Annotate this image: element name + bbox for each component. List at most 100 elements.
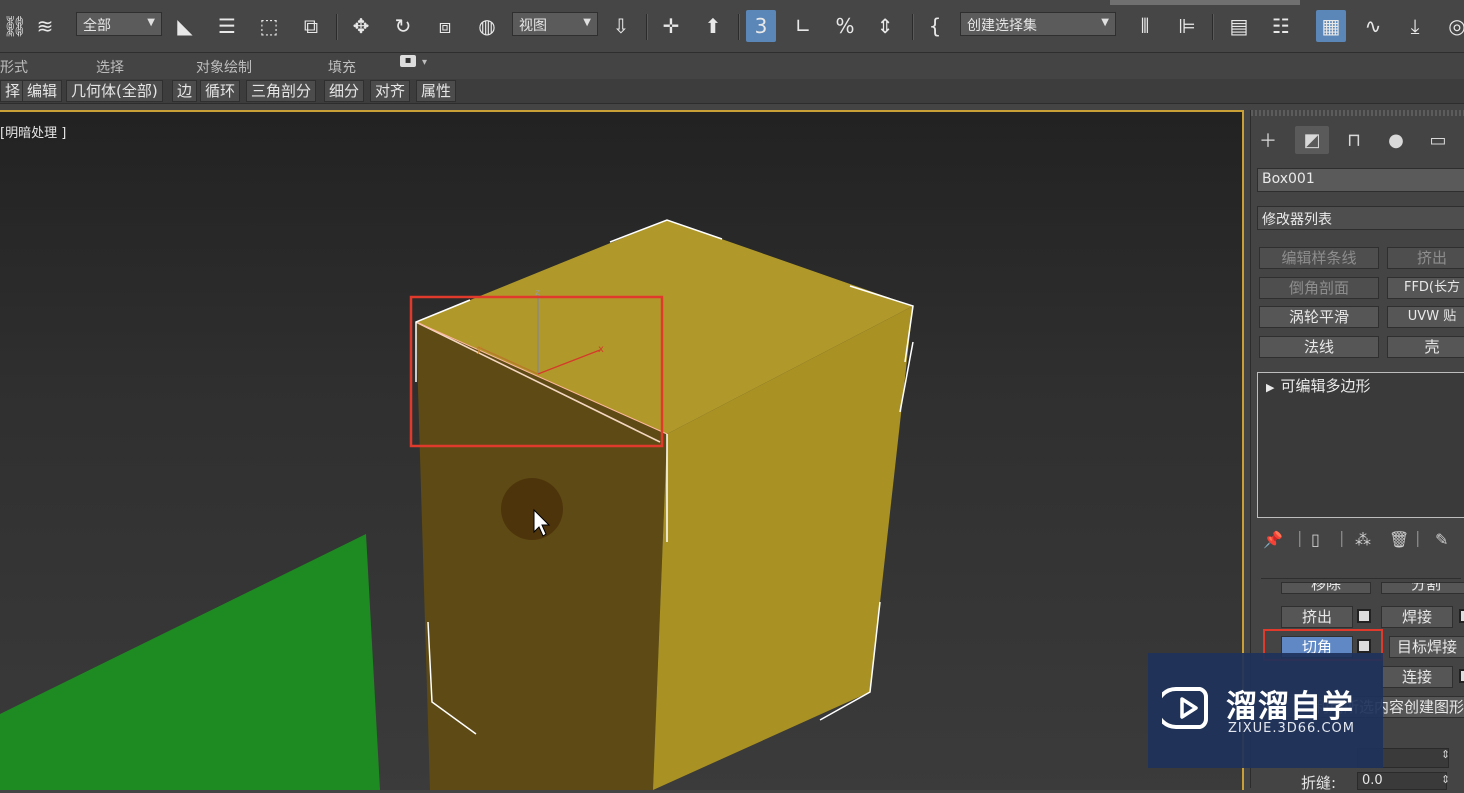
ribbon-group-labels: 形式 选择 对象绘制 填充 ▪ ▾ [0, 53, 1464, 79]
placement-icon[interactable]: ◍ [472, 10, 502, 42]
mirror-icon[interactable]: ⫴ [1130, 10, 1160, 42]
ribbon-options-icon[interactable]: ▪ [400, 55, 416, 67]
subtab-loops[interactable]: 循环 [200, 80, 241, 102]
snap-mode-label: 3 [754, 14, 768, 38]
schematic-view-icon[interactable]: ⤓ [1400, 10, 1430, 42]
toolbar-separator [336, 14, 338, 40]
rectangular-selection-icon[interactable]: ⬚ [254, 10, 284, 42]
pin-stack-icon[interactable]: 📌 [1263, 530, 1283, 549]
move-icon[interactable]: ✥ [346, 10, 376, 42]
remove-modifier-icon[interactable]: 🗑 [1389, 530, 1409, 549]
modifier-extrude-button[interactable]: 挤出 [1387, 247, 1464, 269]
modifier-list-label: 修改器列表 [1262, 212, 1332, 228]
spinner-arrows-icon[interactable]: ⇕ [1441, 773, 1450, 786]
bind-space-warp-icon[interactable]: ≋ [30, 10, 60, 42]
layer-explorer-icon[interactable]: ▤ [1224, 10, 1254, 42]
target-weld-button[interactable]: 目标焊接 [1389, 636, 1464, 658]
reference-coordinate-dropdown[interactable]: 视图 ▼ [512, 12, 598, 36]
title-strip [1110, 0, 1300, 5]
modifier-edit-spline-button[interactable]: 编辑样条线 [1259, 247, 1379, 269]
align-icon[interactable]: ⊫ [1172, 10, 1202, 42]
display-tab-icon[interactable]: ▭ [1421, 126, 1455, 154]
modifier-bevel-profile-button[interactable]: 倒角剖面 [1259, 277, 1379, 299]
configure-sets-icon[interactable]: ✎ [1435, 530, 1448, 549]
ribbon-label-form[interactable]: 形式 [0, 57, 28, 77]
modifier-ffd-button[interactable]: FFD(长方 [1387, 277, 1464, 299]
crease-label: 折缝: [1301, 774, 1337, 792]
modifier-stack[interactable]: ▶ 可编辑多边形 [1257, 372, 1464, 518]
subtab-geometry-all[interactable]: 几何体(全部) [66, 80, 163, 102]
green-plane[interactable] [0, 534, 380, 790]
spinner-arrows-icon[interactable]: ⇕ [1441, 748, 1450, 761]
named-selection-set-dropdown[interactable]: 创建选择集 ▼ [960, 12, 1116, 36]
connect-settings-icon[interactable] [1459, 669, 1464, 683]
hierarchy-tab-icon[interactable]: ⊓ [1337, 126, 1371, 154]
modifier-list-dropdown[interactable]: 修改器列表 [1257, 206, 1464, 230]
extrude-button[interactable]: 挤出 [1281, 606, 1353, 628]
perspective-viewport[interactable]: [明暗处理 ] z y x [0, 110, 1244, 790]
rotate-icon[interactable]: ↻ [388, 10, 418, 42]
modifier-uvw-map-button[interactable]: UVW 贴 [1387, 306, 1464, 328]
weld-settings-icon[interactable] [1459, 609, 1464, 623]
watermark-brand: 溜溜自学 [1226, 689, 1354, 725]
select-by-name-icon[interactable]: ☰ [212, 10, 242, 42]
modifier-turbosmooth-button[interactable]: 涡轮平滑 [1259, 306, 1379, 328]
spinner-snap-icon[interactable]: ⇕ [870, 10, 900, 42]
create-tab-icon[interactable]: ＋ [1251, 126, 1285, 154]
stack-item-editable-poly[interactable]: ▶ 可编辑多边形 [1258, 375, 1464, 395]
stack-item-label: 可编辑多边形 [1280, 377, 1371, 395]
chamfer-settings-icon[interactable] [1357, 639, 1371, 653]
watermark-url: ZIXUE.3D66.COM [1228, 721, 1355, 736]
modifier-normal-button[interactable]: 法线 [1259, 336, 1379, 358]
select-manipulate-icon[interactable]: ✛ [656, 10, 686, 42]
material-editor-icon[interactable]: ◎ [1442, 10, 1464, 42]
selection-filter-dropdown[interactable]: 全部 ▼ [76, 12, 162, 36]
split-button[interactable]: 分割 [1381, 582, 1464, 594]
edit-named-selection-icon[interactable]: { [920, 10, 950, 42]
click-indicator [501, 478, 563, 540]
pivot-center-icon[interactable]: ⇩ [606, 10, 636, 42]
make-unique-icon[interactable]: ⁂ [1355, 530, 1371, 549]
connect-button[interactable]: 连接 [1381, 666, 1453, 688]
panel-grip[interactable] [1251, 110, 1464, 116]
play-logo-icon [1162, 687, 1208, 729]
scale-icon[interactable]: ⧈ [430, 10, 460, 42]
ribbon-label-populate[interactable]: 填充 [328, 57, 356, 77]
subtab-properties[interactable]: 属性 [416, 80, 457, 102]
ribbon-toggle-icon[interactable]: ▦ [1316, 10, 1346, 42]
extrude-settings-icon[interactable] [1357, 609, 1371, 623]
angle-snap-icon[interactable]: ∟ [788, 10, 818, 42]
crease-spinner[interactable]: 0.0 [1357, 772, 1447, 790]
link-icon[interactable]: ⛓ [0, 10, 30, 42]
scene-explorer-icon[interactable]: ☷ [1266, 10, 1296, 42]
chevron-down-icon[interactable]: ▾ [422, 57, 427, 68]
ribbon-label-selection[interactable]: 选择 [96, 57, 124, 77]
axis-label-y: y [476, 344, 482, 355]
scene-canvas[interactable]: z y x [0, 112, 1242, 790]
subtab-tris[interactable]: 三角剖分 [246, 80, 317, 102]
snaps-toggle-icon[interactable]: 3 [746, 10, 776, 42]
modifier-shell-button[interactable]: 壳 [1387, 336, 1464, 358]
curve-editor-icon[interactable]: ∿ [1358, 10, 1388, 42]
select-object-icon[interactable]: ◣ [170, 10, 200, 42]
window-crossing-icon[interactable]: ⧉ [296, 10, 326, 42]
percent-snap-icon[interactable]: % [830, 10, 860, 42]
chevron-down-icon: ▼ [147, 17, 155, 28]
ribbon-label-object-paint[interactable]: 对象绘制 [196, 57, 252, 77]
named-selection-set-value: 创建选择集 [967, 18, 1037, 34]
object-name-field[interactable]: Box001 [1257, 168, 1464, 192]
subtab-align[interactable]: 对齐 [370, 80, 411, 102]
motion-tab-icon[interactable]: ● [1379, 126, 1413, 154]
subtab-edges[interactable]: 边 [172, 80, 198, 102]
remove-button[interactable]: 移除 [1281, 582, 1371, 594]
toolbar-separator [1212, 14, 1214, 40]
modify-tab-icon[interactable]: ◩ [1295, 126, 1329, 154]
separator-bar: | [1415, 528, 1421, 547]
watermark-logo: 溜溜自学 ZIXUE.3D66.COM [1148, 653, 1383, 768]
weld-button[interactable]: 焊接 [1381, 606, 1453, 628]
subtab-subdivision[interactable]: 细分 [324, 80, 365, 102]
subtab-edit[interactable]: 编辑 [22, 80, 63, 102]
expand-triangle-icon[interactable]: ▶ [1258, 381, 1280, 394]
show-end-result-icon[interactable]: ▯ [1311, 530, 1320, 549]
keyboard-shortcut-override-icon[interactable]: ⬆ [698, 10, 728, 42]
